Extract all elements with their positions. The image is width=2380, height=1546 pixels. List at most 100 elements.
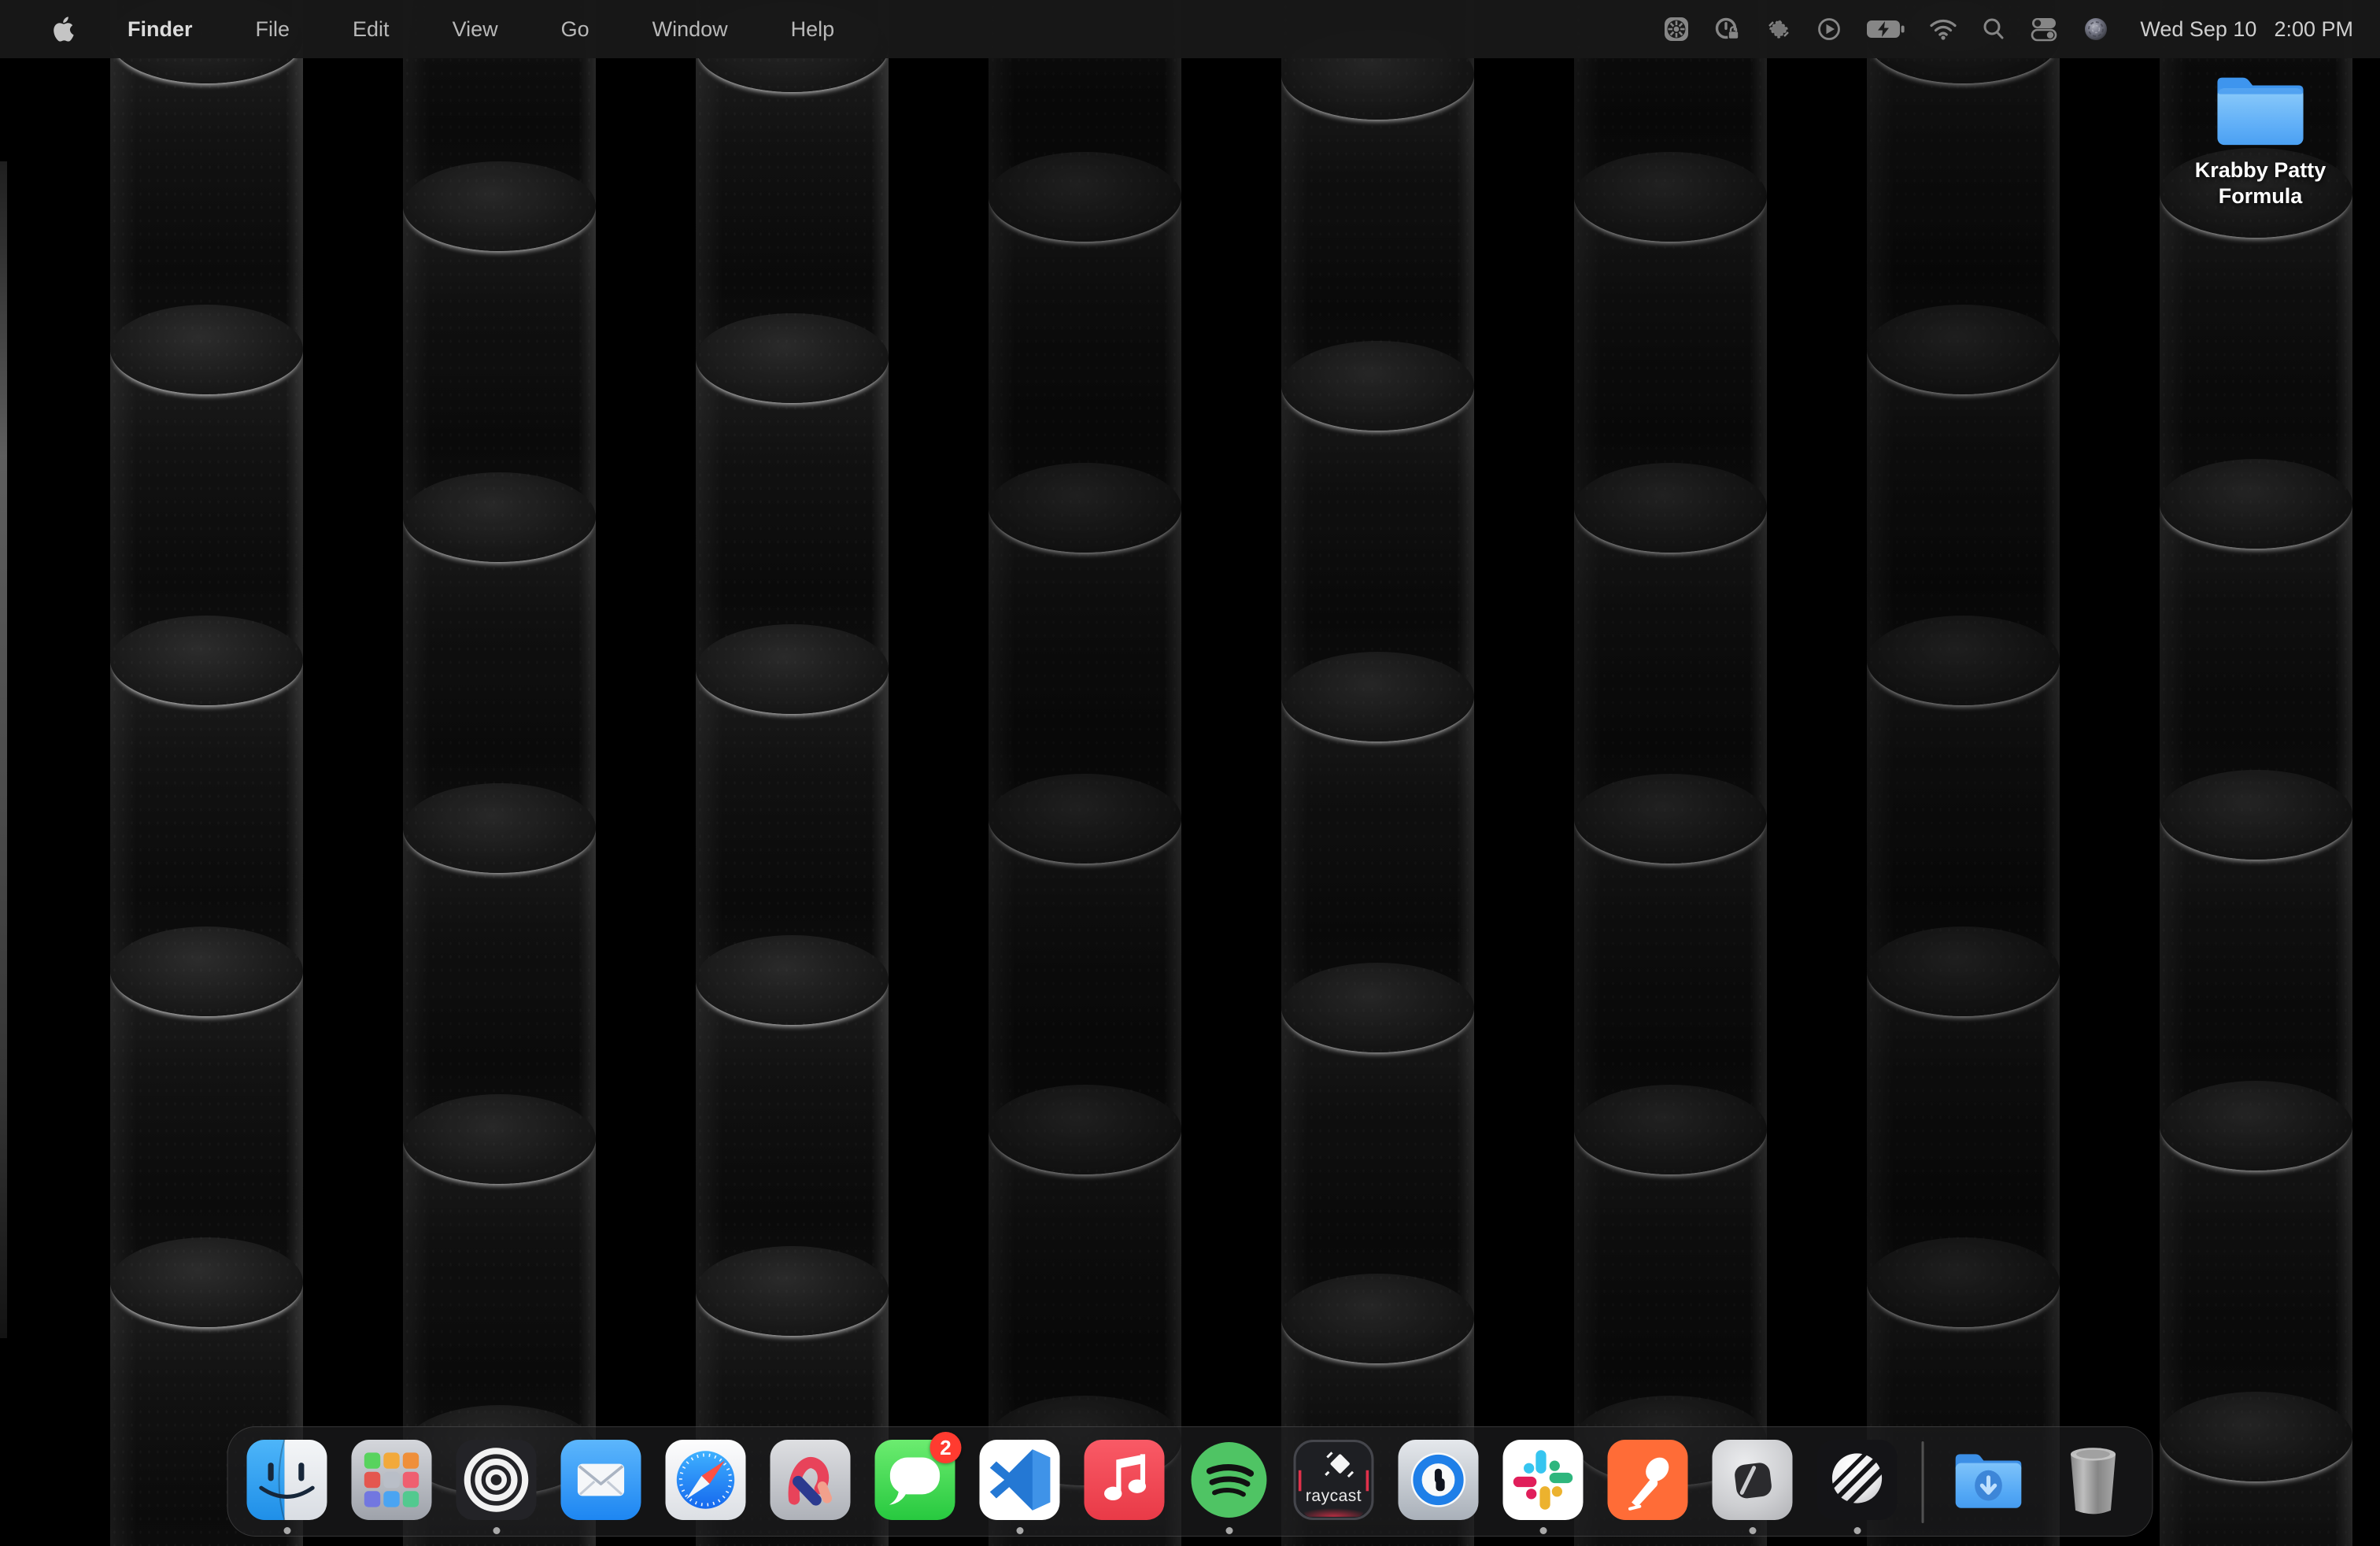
cylinder [1574,819,1767,1130]
menu-window[interactable]: Window [621,17,759,42]
battery-charging-icon[interactable] [1866,19,1905,39]
dock-item-dia-browser[interactable] [1713,1440,1793,1534]
cylinder [1281,75,1474,386]
cylinder [696,669,889,980]
finder-icon [247,1440,327,1520]
raycast-menu-icon[interactable] [1765,16,1792,43]
cylinder [2160,193,2352,504]
dock-item-concentric-rings-app[interactable] [456,1440,537,1534]
linear-icon [1817,1440,1898,1520]
menubar-time: 2:00 PM [2274,17,2353,42]
menu-edit[interactable]: Edit [321,17,421,42]
dock-item-1password[interactable] [1399,1440,1479,1534]
dock-item-messages[interactable]: 2 [875,1440,955,1534]
cylinder [1281,1008,1474,1319]
wallpaper-column [1574,0,1767,1546]
menu-view[interactable]: View [421,17,530,42]
1password-icon [1399,1440,1479,1520]
cylinder [1867,39,2060,350]
cylinder [1867,660,2060,971]
cylinder-edge-sliver [0,161,7,1338]
desktop-folder-krabby-patty-formula[interactable]: Krabby Patty Formula [2160,72,2361,209]
wifi-icon[interactable] [1929,18,1957,40]
running-indicator [283,1527,290,1534]
arc-browser-icon [771,1440,851,1520]
wallpaper-column [1281,0,1474,1546]
dock: 2 [227,1426,2153,1537]
dock-item-safari[interactable] [666,1440,746,1534]
desktop-wallpaper [0,0,2380,1546]
siri-icon[interactable] [2082,15,2110,43]
running-indicator [1016,1527,1023,1534]
running-indicator [1853,1527,1861,1534]
raycast-label: raycast [1294,1487,1374,1506]
dock-item-vscode[interactable] [980,1440,1060,1534]
dock-item-slack[interactable] [1503,1440,1584,1534]
cylinder [110,660,303,971]
spotlight-search-icon[interactable] [1981,17,2006,42]
apple-music-icon [1085,1440,1165,1520]
dock-item-launchpad[interactable] [352,1440,432,1534]
dock-item-trash[interactable] [2053,1440,2134,1534]
dock-item-downloads-folder[interactable] [1949,1440,2029,1534]
now-playing-icon[interactable] [1816,16,1842,43]
cylinder [403,517,596,828]
menu-finder[interactable]: Finder [96,17,224,42]
cylinder [110,350,303,660]
menubar-date: Wed Sep 10 [2140,17,2256,42]
menubar-clock[interactable]: Wed Sep 10 2:00 PM [2140,17,2353,42]
cylinder [403,206,596,517]
running-indicator [1225,1527,1232,1534]
cylinder [1574,1130,1767,1441]
downloads-folder-icon [1949,1440,2029,1520]
mail-icon [561,1440,641,1520]
dock-item-apple-music[interactable] [1085,1440,1165,1534]
wallpaper-column [110,0,303,1546]
trash-icon [2053,1440,2134,1520]
dock-item-raycast[interactable]: raycast [1294,1440,1374,1534]
desktop-folder-label: Krabby Patty Formula [2195,157,2326,209]
menu-file[interactable]: File [224,17,322,42]
dock-separator [1922,1441,1924,1523]
spotify-icon [1189,1440,1269,1520]
vscode-icon [980,1440,1060,1520]
menubar-status-area: Wed Sep 10 2:00 PM [1663,15,2380,43]
wallpaper-column [696,0,889,1546]
concentric-rings-icon [456,1440,537,1520]
apple-menu[interactable] [31,15,96,43]
menu-go[interactable]: Go [530,17,621,42]
dock-item-spotify[interactable] [1189,1440,1269,1534]
safari-icon [666,1440,746,1520]
burst-icon[interactable] [1663,16,1690,43]
wallpaper-column [2160,0,2352,1546]
cylinder [1281,386,1474,697]
menu-bar: Finder File Edit View Go Window Help [0,0,2380,58]
dock-item-linear[interactable] [1817,1440,1898,1534]
cylinder [1574,197,1767,508]
cylinder [403,1139,596,1450]
dock-item-finder[interactable] [247,1440,327,1534]
wallpaper-column [403,0,596,1546]
cylinder [989,508,1181,819]
running-indicator [1749,1527,1756,1534]
cylinder [1281,697,1474,1008]
running-indicator [1539,1527,1547,1534]
cylinder [696,358,889,669]
control-center-icon[interactable] [2030,16,2058,43]
power-lock-icon[interactable] [1713,15,1742,43]
cylinder [2160,1437,2352,1546]
cylinder [110,971,303,1282]
wallpaper-column [989,0,1181,1546]
dock-item-mail[interactable] [561,1440,641,1534]
notification-badge: 2 [930,1432,962,1463]
menu-help[interactable]: Help [759,17,867,42]
cylinder [1867,971,2060,1282]
cylinder [989,197,1181,508]
cylinder [2160,504,2352,815]
apple-logo-icon [52,15,76,43]
cylinder [989,819,1181,1130]
dock-item-arc-browser[interactable] [771,1440,851,1534]
cylinder [696,980,889,1291]
dock-item-postman[interactable] [1608,1440,1688,1534]
slack-icon [1503,1440,1584,1520]
